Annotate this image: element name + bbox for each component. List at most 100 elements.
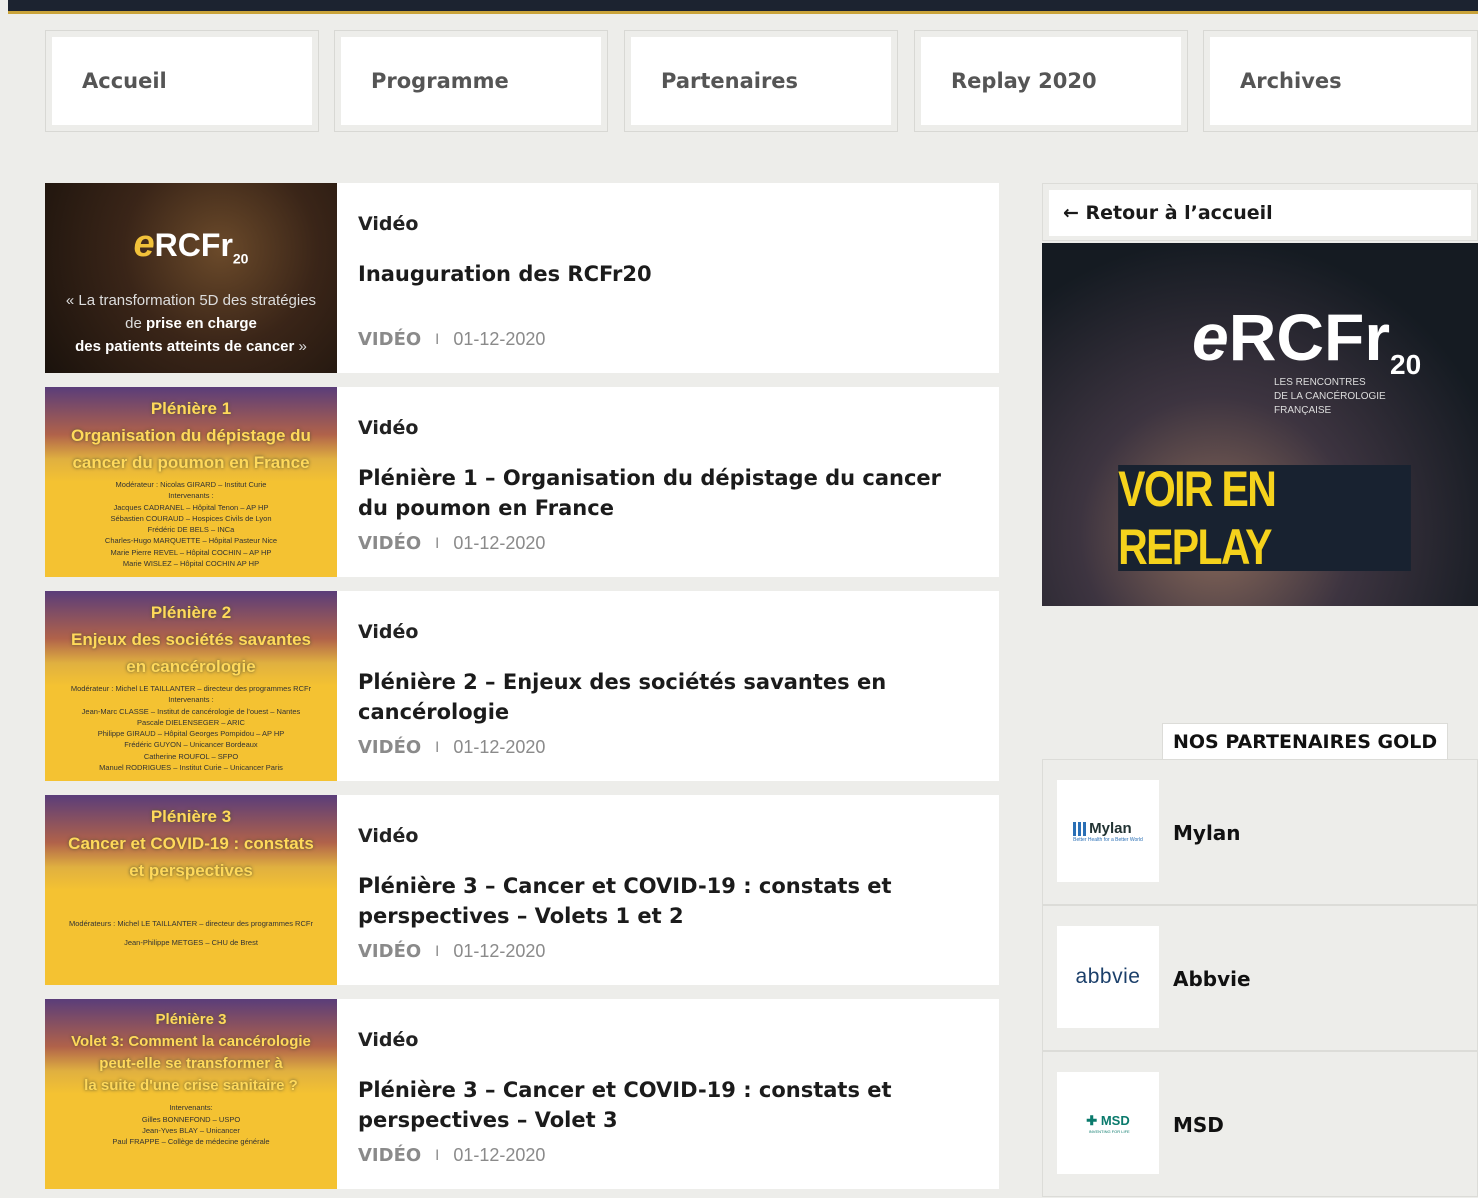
thumbnail-credit: Paul FRAPPE – Collège de médecine généra…: [112, 1137, 270, 1146]
main-nav: Accueil Programme Partenaires Replay 202…: [45, 30, 1478, 132]
meta-separator: I: [435, 535, 440, 552]
thumbnail-credit: Marie Pierre REVEL – Hôpital COCHIN – AP…: [110, 548, 272, 557]
partner-name[interactable]: Mylan: [1173, 760, 1241, 906]
thumbnail-credit: Modérateur : Nicolas GIRARD – Institut C…: [115, 480, 267, 489]
meta-label: VIDÉO: [358, 1145, 422, 1166]
nav-accueil-label: Accueil: [52, 37, 312, 125]
video-card[interactable]: Plénière 3 Volet 3: Comment la cancérolo…: [45, 999, 999, 1189]
nav-archives-label: Archives: [1210, 37, 1471, 125]
video-type: Vidéo: [358, 825, 419, 847]
thumbnail-heading: Volet 3: Comment la cancérologie: [71, 1033, 311, 1050]
partner-name[interactable]: MSD: [1173, 1052, 1224, 1198]
mylan-logo-icon: [1073, 821, 1088, 836]
video-thumbnail[interactable]: Plénière 3 Volet 3: Comment la cancérolo…: [45, 999, 337, 1189]
thumbnail-credit: Pascale DIELENSEGER – ARIC: [137, 718, 245, 727]
meta-separator: I: [435, 331, 440, 348]
meta-label: VIDÉO: [358, 737, 422, 758]
video-type: Vidéo: [358, 621, 419, 643]
video-thumbnail[interactable]: Plénière 2 Enjeux des sociétés savantes …: [45, 591, 337, 781]
thumbnail-credit: Intervenants:: [169, 1103, 213, 1112]
video-card[interactable]: eRCFr20 « La transformation 5D des strat…: [45, 183, 999, 373]
video-title[interactable]: Plénière 1 – Organisation du dépistage d…: [358, 463, 958, 523]
nav-partenaires-label: Partenaires: [631, 37, 891, 125]
meta-date: 01-12-2020: [453, 737, 546, 757]
partner-item[interactable]: abbvie Abbvie: [1042, 905, 1478, 1051]
partner-logo-mylan[interactable]: Mylan Better Health for a Better World: [1057, 780, 1159, 882]
thumbnail-heading: Enjeux des sociétés savantes: [70, 630, 312, 649]
thumbnail-heading: et perspectives: [129, 861, 253, 880]
thumbnail-heading: en cancérologie: [126, 657, 256, 676]
thumbnail-credit: Catherine ROUFOL – SFPO: [143, 752, 239, 761]
thumbnail-heading: peut-elle se transformer à: [99, 1055, 283, 1072]
video-title[interactable]: Plénière 2 – Enjeux des sociétés savante…: [358, 667, 958, 727]
video-meta: VIDÉO I 01-12-2020: [358, 1145, 545, 1166]
nav-replay-label: Replay 2020: [921, 37, 1181, 125]
thumbnail-credit: Philippe GIRAUD – Hôpital Georges Pompid…: [97, 729, 285, 738]
thumbnail-logo: eRCFr20: [133, 223, 249, 267]
replay-cta-button[interactable]: VOIR EN REPLAY: [1118, 461, 1411, 575]
video-meta: VIDÉO I 01-12-2020: [358, 737, 545, 758]
video-title[interactable]: Inauguration des RCFr20: [358, 259, 958, 289]
meta-date: 01-12-2020: [453, 941, 546, 961]
video-thumbnail[interactable]: eRCFr20 « La transformation 5D des strat…: [45, 183, 337, 373]
meta-separator: I: [435, 739, 440, 756]
video-card[interactable]: Plénière 2 Enjeux des sociétés savantes …: [45, 591, 999, 781]
thumbnail-credit: Intervenants :: [168, 695, 214, 704]
nav-programme-label: Programme: [341, 37, 601, 125]
nav-programme[interactable]: Programme: [334, 30, 608, 132]
thumbnail-credit: Jean-Marc CLASSE – Institut de cancérolo…: [81, 707, 301, 716]
thumbnail-heading: Organisation du dépistage du: [71, 426, 311, 445]
video-type: Vidéo: [358, 417, 419, 439]
thumbnail-credit: Marie WISLEZ – Hôpital COCHIN AP HP: [122, 559, 260, 568]
thumbnail-credit: Gilles BONNEFOND – USPO: [141, 1115, 241, 1124]
thumbnail-credit: Modérateurs : Michel LE TAILLANTER – dir…: [69, 919, 313, 928]
meta-label: VIDÉO: [358, 533, 422, 554]
back-to-home-link[interactable]: ← Retour à l’accueil: [1042, 183, 1478, 241]
thumbnail-heading: Plénière 3: [150, 807, 232, 826]
partner-item[interactable]: Mylan Better Health for a Better World My…: [1042, 759, 1478, 905]
video-thumbnail[interactable]: Plénière 3 Cancer et COVID-19 : constats…: [45, 795, 337, 985]
video-type: Vidéo: [358, 213, 419, 235]
thumbnail-credit: Frédéric DE BELS – INCa: [147, 525, 235, 534]
thumbnail-credit: Intervenants :: [168, 491, 214, 500]
video-title[interactable]: Plénière 3 – Cancer et COVID-19 : consta…: [358, 871, 958, 931]
banner-logo: eRCFr20: [1192, 300, 1422, 381]
top-bar: [8, 0, 1478, 14]
thumbnail-heading: Cancer et COVID-19 : constats: [68, 834, 314, 853]
video-thumbnail[interactable]: Plénière 1 Organisation du dépistage du …: [45, 387, 337, 577]
video-meta: VIDÉO I 01-12-2020: [358, 533, 545, 554]
thumbnail-heading: Plénière 1: [150, 399, 232, 418]
thumbnail-credit: Modérateur : Michel LE TAILLANTER – dire…: [70, 684, 312, 693]
video-type: Vidéo: [358, 1029, 419, 1051]
video-card[interactable]: Plénière 3 Cancer et COVID-19 : constats…: [45, 795, 999, 985]
thumbnail-heading: Plénière 3: [155, 1011, 227, 1028]
thumbnail-credit: Sébastien COURAUD – Hospices Civils de L…: [110, 514, 272, 523]
msd-logo-icon: ✚: [1086, 1112, 1098, 1128]
replay-banner[interactable]: eRCFr20 LES RENCONTRES DE LA CANCÉROLOGI…: [1042, 243, 1478, 606]
meta-separator: I: [435, 943, 440, 960]
nav-accueil[interactable]: Accueil: [45, 30, 319, 132]
partner-logo-msd[interactable]: ✚ MSD INVENTING FOR LIFE: [1057, 1072, 1159, 1174]
meta-date: 01-12-2020: [453, 1145, 546, 1165]
nav-archives[interactable]: Archives: [1203, 30, 1478, 132]
meta-label: VIDÉO: [358, 329, 422, 350]
meta-separator: I: [435, 1147, 440, 1164]
thumbnail-credit: Jean-Philippe METGES – CHU de Brest: [124, 938, 258, 947]
nav-replay-2020[interactable]: Replay 2020: [914, 30, 1188, 132]
thumbnail-credit: Frédéric GUYON – Unicancer Bordeaux: [124, 740, 258, 749]
partner-logo-abbvie[interactable]: abbvie: [1057, 926, 1159, 1028]
thumbnail-heading: la suite d'une crise sanitaire ?: [84, 1077, 298, 1094]
back-to-home-label: ← Retour à l’accueil: [1049, 190, 1471, 236]
meta-date: 01-12-2020: [453, 533, 546, 553]
video-meta: VIDÉO I 01-12-2020: [358, 941, 545, 962]
partner-item[interactable]: ✚ MSD INVENTING FOR LIFE MSD: [1042, 1051, 1478, 1197]
video-title[interactable]: Plénière 3 – Cancer et COVID-19 : consta…: [358, 1075, 958, 1135]
thumbnail-credit: Jean-Yves BLAY – Unicancer: [142, 1126, 240, 1135]
partner-name[interactable]: Abbvie: [1173, 906, 1251, 1052]
thumbnail-credit: Jacques CADRANEL – Hôpital Tenon – AP HP: [113, 503, 269, 512]
gold-partners-heading: NOS PARTENAIRES GOLD: [1162, 723, 1449, 759]
thumbnail-heading: Plénière 2: [150, 603, 232, 622]
nav-partenaires[interactable]: Partenaires: [624, 30, 898, 132]
video-card[interactable]: Plénière 1 Organisation du dépistage du …: [45, 387, 999, 577]
meta-label: VIDÉO: [358, 941, 422, 962]
